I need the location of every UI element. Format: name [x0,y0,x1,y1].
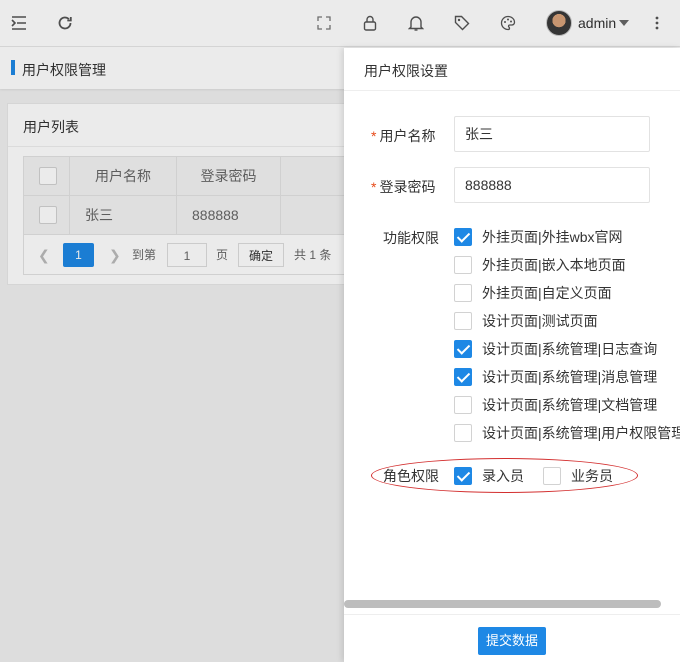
submit-button[interactable]: 提交数据 [478,627,546,655]
function-checkbox[interactable] [454,312,472,330]
function-option-label: 设计页面|系统管理|日志查询 [482,341,658,357]
required-mark: * [371,128,377,144]
role-permission-label: 角色权限 [383,468,439,484]
permission-drawer: 用户权限设置 * 用户名称 张三 * 登录密码 888888 功能权限 外挂页面|外… [344,48,680,662]
role-label: 录入员 [482,468,524,484]
function-option-label: 设计页面|测试页面 [482,313,598,329]
function-checkbox[interactable] [454,284,472,302]
horizontal-scrollbar[interactable] [344,600,661,608]
function-option[interactable]: 外挂页面|自定义页面 [454,283,612,303]
function-option-label: 外挂页面|自定义页面 [482,285,612,301]
function-option[interactable]: 外挂页面|外挂wbx官网 [454,227,623,247]
function-option[interactable]: 设计页面|系统管理|消息管理 [454,367,657,387]
function-checkbox[interactable] [454,256,472,274]
role-checkbox-entry-clerk[interactable] [454,467,472,485]
function-option-label: 外挂页面|外挂wbx官网 [482,229,623,245]
function-option-label: 设计页面|系统管理|消息管理 [482,369,658,385]
function-checkbox[interactable] [454,424,472,442]
username-input[interactable]: 张三 [454,116,650,152]
function-permission-label: 功能权限 [383,230,439,246]
username-label: * 用户名称 [371,128,436,144]
role-option-sales[interactable]: 业务员 [543,466,613,486]
role-checkbox-sales[interactable] [543,467,561,485]
role-label: 业务员 [571,468,613,484]
function-option[interactable]: 设计页面|系统管理|用户权限管理 [454,423,680,443]
function-checkbox[interactable] [454,228,472,246]
function-option-label: 设计页面|系统管理|文档管理 [482,397,658,413]
role-option-entry-clerk[interactable]: 录入员 [454,466,524,486]
function-option-label: 设计页面|系统管理|用户权限管理 [482,425,680,441]
password-label: * 登录密码 [371,179,436,195]
divider [344,614,680,615]
function-option[interactable]: 设计页面|系统管理|文档管理 [454,395,657,415]
function-option[interactable]: 设计页面|测试页面 [454,311,598,331]
password-input[interactable]: 888888 [454,167,650,203]
function-checkbox[interactable] [454,368,472,386]
divider [344,90,680,91]
function-option-label: 外挂页面|嵌入本地页面 [482,257,626,273]
function-option[interactable]: 外挂页面|嵌入本地页面 [454,255,626,275]
function-checkbox[interactable] [454,396,472,414]
function-checkbox[interactable] [454,340,472,358]
function-option[interactable]: 设计页面|系统管理|日志查询 [454,339,657,359]
drawer-title: 用户权限设置 [364,63,448,79]
required-mark: * [371,179,377,195]
